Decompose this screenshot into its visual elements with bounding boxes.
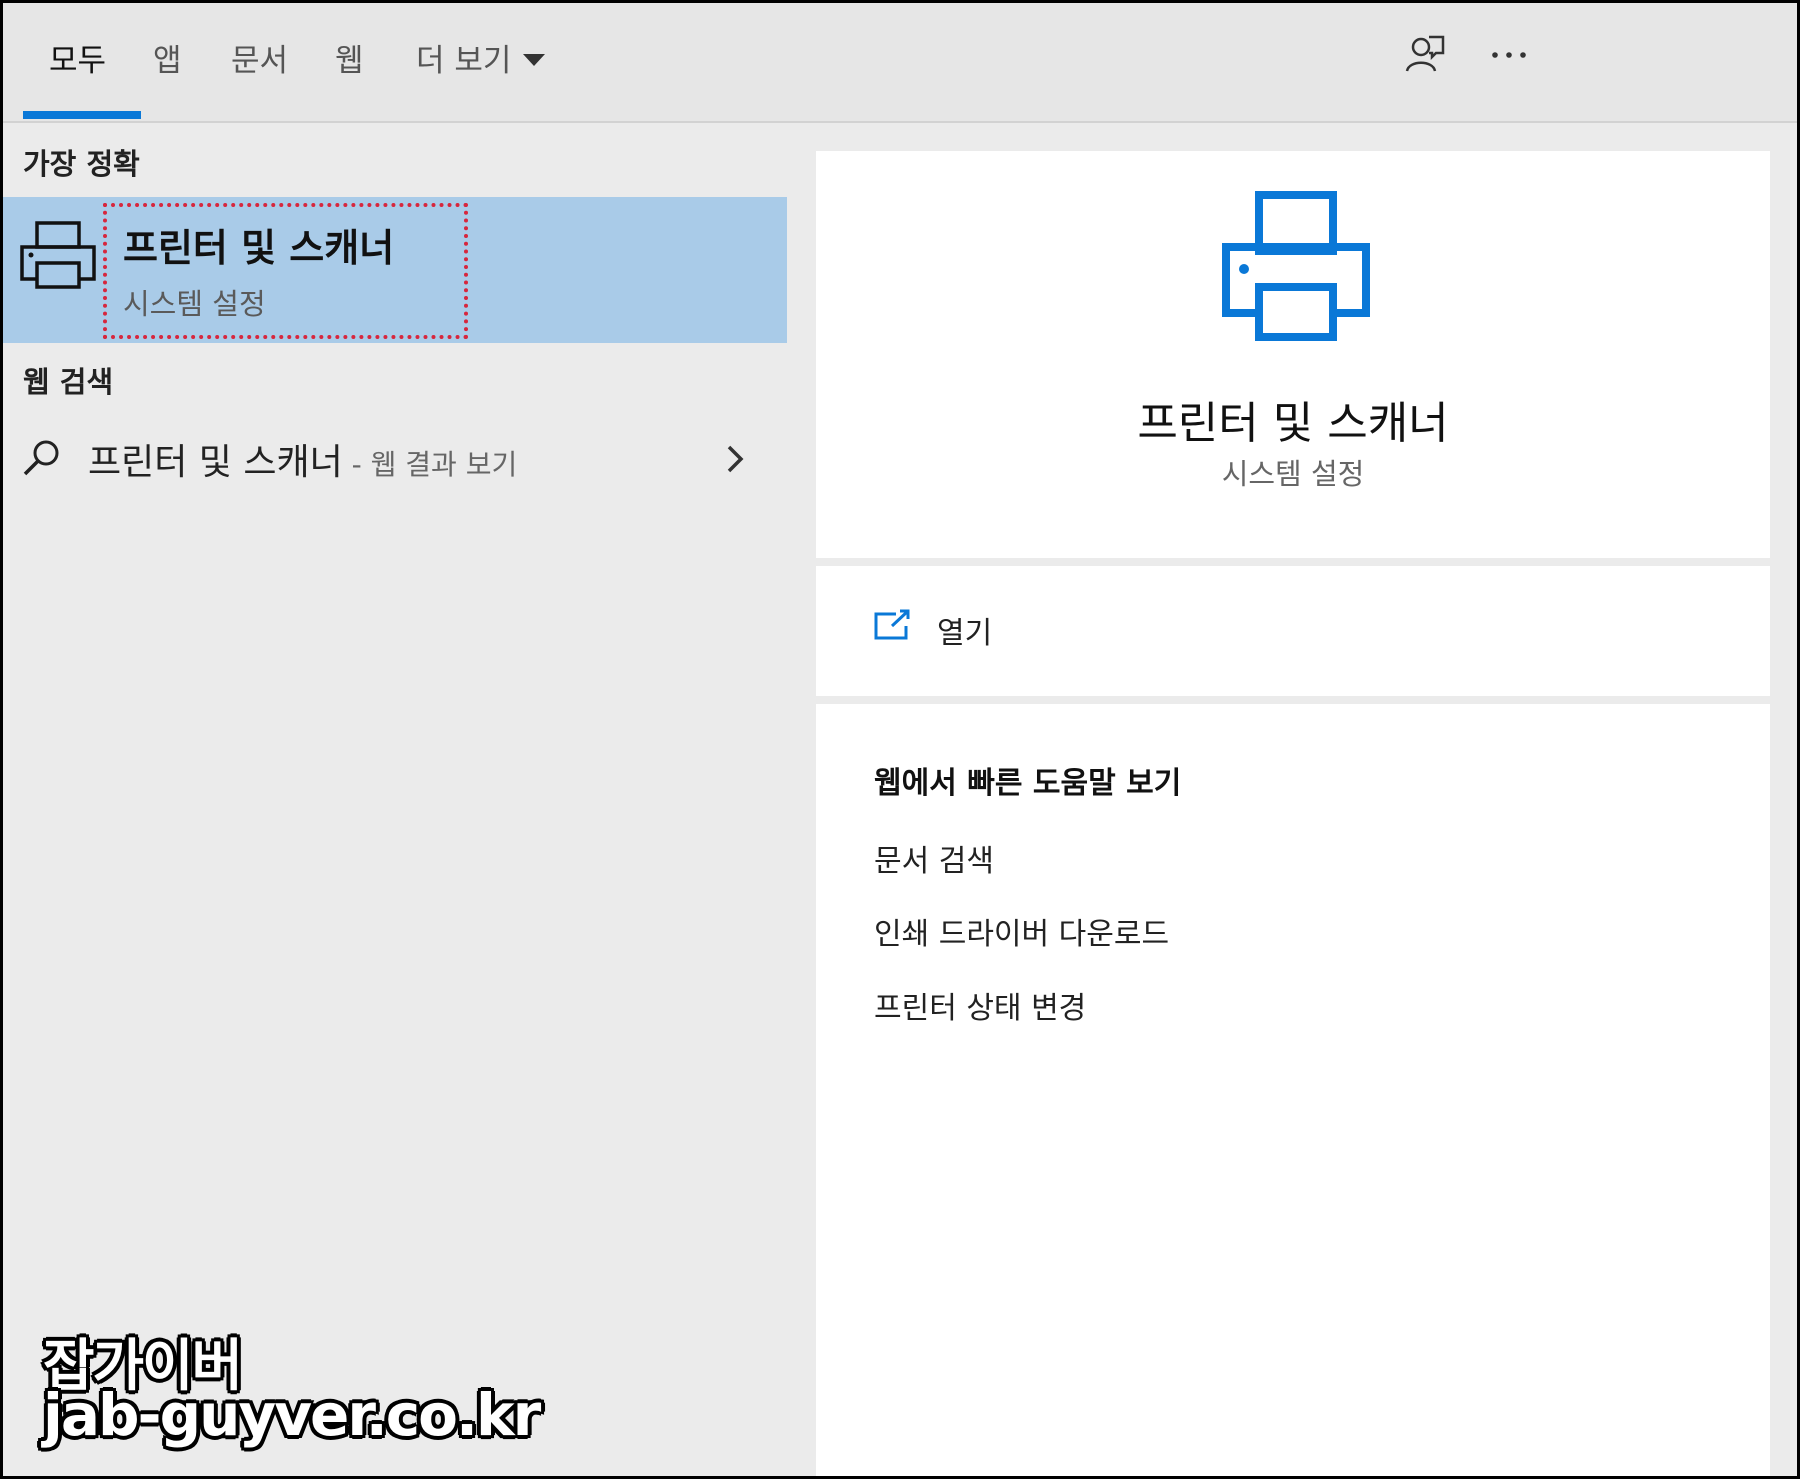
chevron-down-icon: [523, 53, 546, 66]
best-match-title: 프린터 및 스캐너: [123, 226, 395, 270]
help-link-driver-download[interactable]: 인쇄 드라이버 다운로드: [874, 909, 1169, 953]
help-link-document-search[interactable]: 문서 검색: [874, 836, 994, 880]
help-link-printer-status[interactable]: 프린터 상태 변경: [874, 983, 1086, 1027]
web-search-query: 프린터 및 스캐너: [88, 442, 343, 483]
tab-apps[interactable]: 앱: [153, 39, 182, 83]
quick-help-heading: 웹에서 빠른 도움말 보기: [874, 766, 1182, 801]
open-action[interactable]: 열기: [816, 566, 1770, 696]
web-search-suffix: - 웹 결과 보기: [342, 448, 518, 481]
quick-help-card: 웹에서 빠른 도움말 보기 문서 검색 인쇄 드라이버 다운로드 프린터 상태 …: [816, 704, 1770, 1476]
preview-panel: 프린터 및 스캐너 시스템 설정 열기 웹에서 빠른 도움말 보기 문서 검색 …: [787, 123, 1797, 1476]
printer-icon: [1222, 191, 1370, 341]
web-search-result[interactable]: 프린터 및 스캐너 - 웹 결과 보기: [3, 423, 787, 493]
open-label: 열기: [937, 616, 993, 651]
tab-web[interactable]: 웹: [335, 39, 364, 83]
printer-icon: [20, 221, 96, 289]
preview-hero-card: 프린터 및 스캐너 시스템 설정: [816, 151, 1770, 558]
watermark-url: jab-guyver.co.kr: [43, 1381, 541, 1449]
search-tab-bar: 모두 앱 문서 웹 더 보기: [3, 3, 1797, 123]
tab-all[interactable]: 모두: [49, 39, 106, 83]
tab-more-label: 더 보기: [416, 43, 512, 79]
search-icon: [23, 440, 59, 476]
open-external-icon: [874, 609, 910, 640]
more-options-icon[interactable]: [1487, 43, 1531, 67]
best-match-subtitle: 시스템 설정: [123, 287, 266, 321]
search-window: 모두 앱 문서 웹 더 보기 가장 정확 프린터 및 스캐너 시스템 설정 웹 …: [3, 3, 1797, 1476]
chevron-right-icon[interactable]: [723, 443, 747, 475]
tab-documents[interactable]: 문서: [231, 39, 288, 83]
results-panel: 가장 정확 프린터 및 스캐너 시스템 설정 웹 검색 프린터 및 스캐너 - …: [3, 123, 787, 1476]
tab-more[interactable]: 더 보기: [416, 39, 546, 83]
web-search-heading: 웹 검색: [23, 365, 114, 399]
active-tab-indicator: [23, 111, 141, 119]
best-match-result[interactable]: 프린터 및 스캐너 시스템 설정: [3, 197, 787, 343]
feedback-icon[interactable]: [1403, 33, 1447, 77]
preview-subtitle: 시스템 설정: [1221, 457, 1365, 491]
best-match-heading: 가장 정확: [23, 147, 140, 181]
preview-title: 프린터 및 스캐너: [1137, 398, 1449, 449]
web-search-result-text: 프린터 및 스캐너 - 웹 결과 보기: [88, 433, 517, 485]
